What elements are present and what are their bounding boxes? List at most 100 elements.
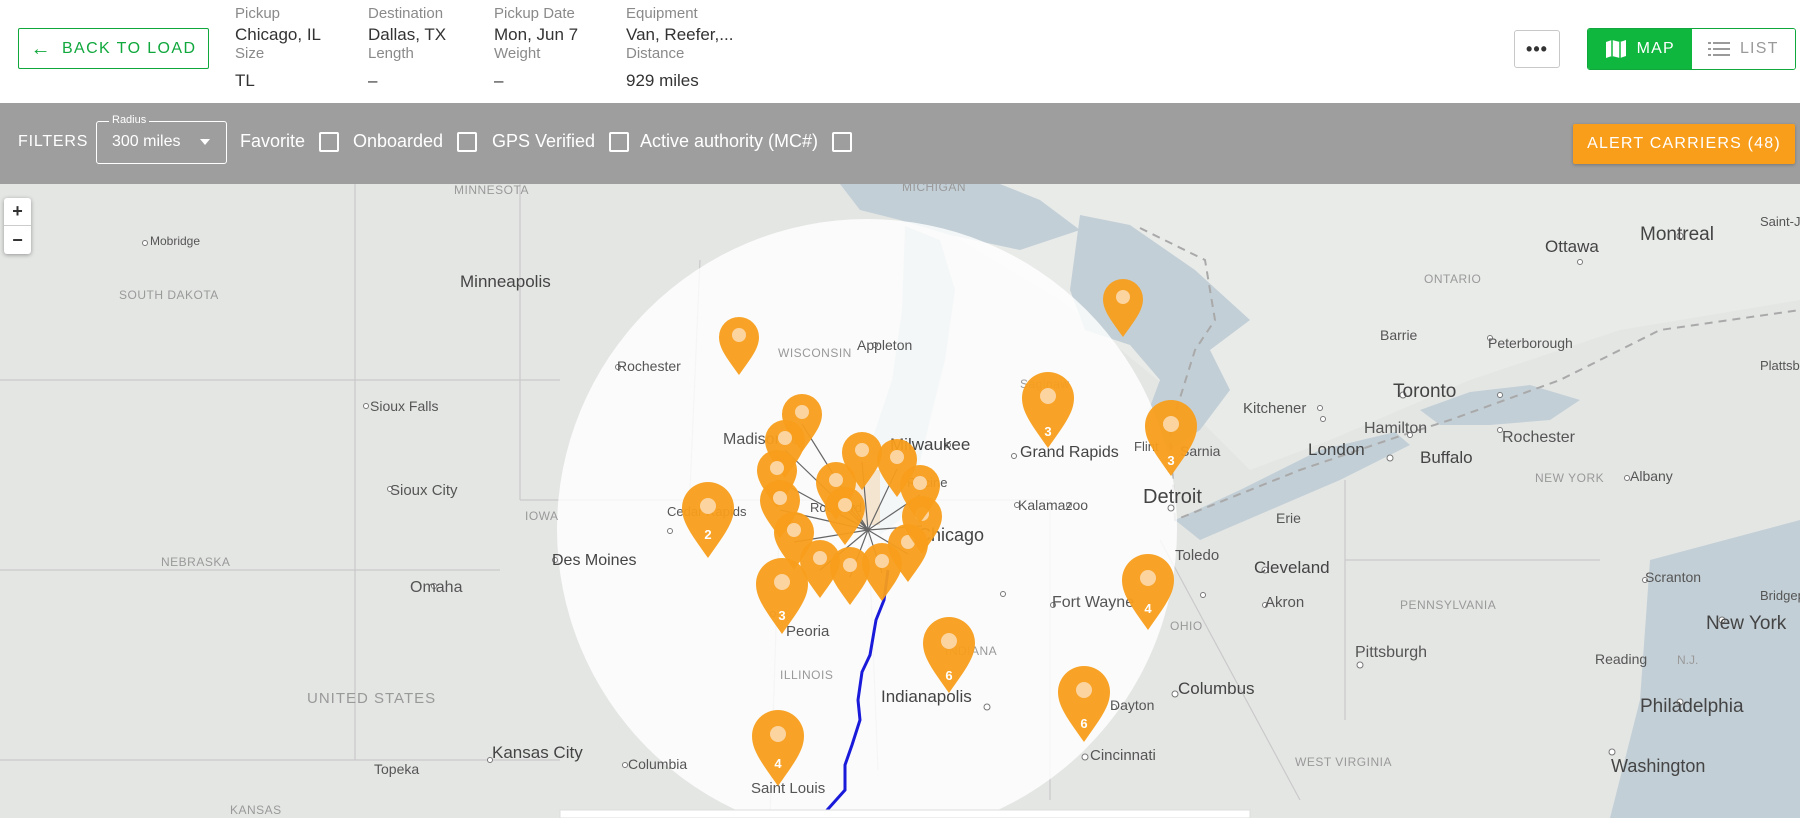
favorite-filter-label: Favorite <box>240 131 306 151</box>
load-header: ← BACK TO LOAD Pickup Chicago, IL Size T… <box>0 0 1800 104</box>
length-label: Length <box>368 45 414 62</box>
place-label: Fort Wayne <box>1052 594 1134 611</box>
place-label: WEST VIRGINIA <box>1295 755 1392 769</box>
cluster-count: 4 <box>1144 601 1152 616</box>
map-icon <box>1605 40 1626 58</box>
place-label: NEBRASKA <box>161 555 230 569</box>
zoom-controls: + − <box>4 198 31 254</box>
place-label: Buffalo <box>1420 448 1473 467</box>
place-label: Toledo <box>1175 547 1219 564</box>
place-label: OHIO <box>1170 619 1203 633</box>
place-label: Plattsburgh <box>1760 358 1800 373</box>
cluster-count: 2 <box>704 527 711 542</box>
onboarded-checkbox[interactable] <box>457 131 478 152</box>
place-label: Kitchener <box>1243 400 1306 417</box>
place-label: Philadelphia <box>1640 696 1744 717</box>
favorite-checkbox[interactable] <box>319 131 340 152</box>
place-label: Albany <box>1630 468 1673 484</box>
place-label: Scranton <box>1645 569 1701 585</box>
favorite-filter[interactable]: Favorite <box>240 131 340 152</box>
place-label: Minneapolis <box>460 272 551 291</box>
active-authority-checkbox[interactable] <box>832 131 853 152</box>
place-label: Indianapolis <box>881 687 972 706</box>
gps-verified-checkbox[interactable] <box>609 131 630 152</box>
place-label: Topeka <box>374 761 419 777</box>
place-label: MINNESOTA <box>454 184 529 197</box>
map-view-label: MAP <box>1636 40 1675 57</box>
back-to-load-button[interactable]: ← BACK TO LOAD <box>18 28 209 69</box>
place-label: Hamilton <box>1364 420 1427 437</box>
place-label: Des Moines <box>552 552 636 569</box>
active-authority-filter[interactable]: Active authority (MC#) <box>640 131 853 152</box>
size-label: Size <box>235 45 265 62</box>
place-label: New York <box>1706 613 1787 634</box>
place-label: Sioux City <box>390 482 458 499</box>
place-label: Cleveland <box>1254 558 1330 577</box>
cluster-count: 4 <box>774 756 782 771</box>
radius-select[interactable]: Radius 300 miles <box>96 114 227 164</box>
distance-label: Distance <box>626 45 685 62</box>
place-label: Saint Louis <box>751 780 825 797</box>
pickup-info: Pickup Chicago, IL Size TL <box>235 4 321 92</box>
zoom-in-button[interactable]: + <box>4 198 31 226</box>
place-label: Peterborough <box>1488 335 1573 351</box>
destination-info: Destination Dallas, TX Length – <box>368 4 446 92</box>
place-label: Kalamazoo <box>1018 497 1088 513</box>
carrier-map[interactable]: Minneapolis Rochester WISCONSIN Appleton… <box>0 184 1800 818</box>
more-options-button[interactable]: ••• <box>1514 30 1560 68</box>
place-label: Appleton <box>857 337 912 353</box>
place-label: Grand Rapids <box>1020 444 1119 461</box>
back-to-load-label: BACK TO LOAD <box>61 39 197 57</box>
weight-label: Weight <box>494 45 541 62</box>
place-label: Barrie <box>1380 327 1418 343</box>
place-label: WISCONSIN <box>778 346 852 360</box>
radius-label: Radius <box>109 114 150 126</box>
place-label: Pittsburgh <box>1355 644 1427 661</box>
place-label: NEW YORK <box>1535 471 1604 485</box>
map-view-button[interactable]: MAP <box>1588 29 1692 69</box>
place-label: Peoria <box>786 623 830 640</box>
view-toggle: MAP LIST <box>1587 28 1796 70</box>
onboarded-filter[interactable]: Onboarded <box>353 131 478 152</box>
weight-value: – <box>494 71 504 90</box>
place-label: Columbia <box>628 756 687 772</box>
cluster-count: 6 <box>1080 716 1087 731</box>
place-label: Rochester <box>617 358 681 374</box>
list-view-button[interactable]: LIST <box>1691 29 1795 69</box>
place-label: UNITED STATES <box>307 690 436 707</box>
pickup-label: Pickup <box>235 5 281 22</box>
place-label: Rochester <box>1502 429 1576 446</box>
place-label: Detroit <box>1143 486 1202 508</box>
destination-label: Destination <box>368 5 444 22</box>
place-label: Columbus <box>1178 679 1255 698</box>
distance-value: 929 miles <box>626 71 699 90</box>
active-authority-filter-label: Active authority (MC#) <box>640 131 819 151</box>
equipment-info: Equipment Van, Reefer,... Distance 929 m… <box>626 4 733 92</box>
alert-carriers-button[interactable]: ALERT CARRIERS (48) <box>1573 124 1795 164</box>
cluster-count: 3 <box>1044 424 1051 439</box>
place-label: KANSAS <box>230 803 282 817</box>
size-value: TL <box>235 71 255 90</box>
place-label: Reading <box>1595 651 1647 667</box>
gps-verified-filter-label: GPS Verified <box>492 131 596 151</box>
place-label: Erie <box>1276 510 1301 526</box>
destination-value: Dallas, TX <box>368 25 447 44</box>
list-view-label: LIST <box>1739 40 1779 57</box>
place-label: Sioux Falls <box>370 398 438 414</box>
place-label: N.J. <box>1677 653 1698 667</box>
place-label: Mobridge <box>150 234 200 248</box>
list-icon <box>1707 42 1730 56</box>
place-label: MICHIGAN <box>902 184 966 194</box>
place-label: Bridgeport <box>1760 588 1800 603</box>
zoom-out-button[interactable]: − <box>4 226 31 254</box>
caret-down-icon <box>200 139 210 145</box>
place-label: Washington <box>1611 756 1705 776</box>
place-label: Kansas City <box>492 743 583 762</box>
place-label: ONTARIO <box>1424 272 1481 286</box>
place-label: Toronto <box>1393 381 1456 402</box>
onboarded-filter-label: Onboarded <box>353 131 444 151</box>
place-label: Saint-Jean-sur-Richelieu <box>1760 214 1800 229</box>
gps-verified-filter[interactable]: GPS Verified <box>492 131 630 152</box>
place-label: Ottawa <box>1545 237 1599 256</box>
pickup-date-value: Mon, Jun 7 <box>494 25 579 44</box>
